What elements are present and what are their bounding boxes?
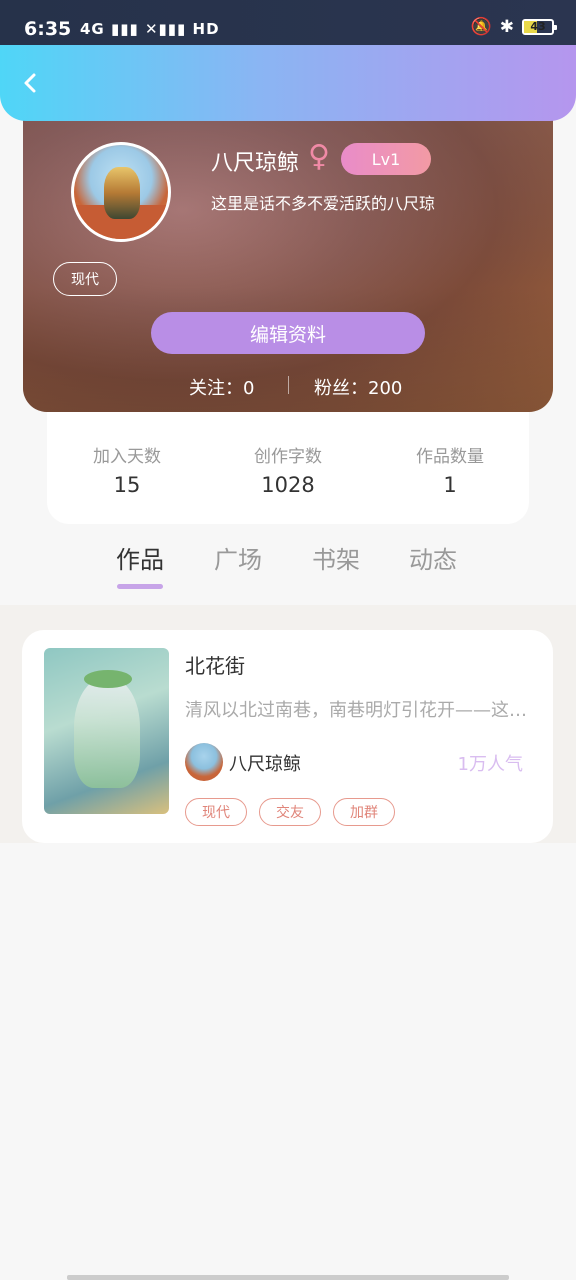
work-title[interactable]: 北花街: [185, 650, 245, 679]
tab-bar: 作品 广场 书架 动态: [0, 528, 576, 604]
works-list: 北花街 清风以北过南巷，南巷明灯引花开——这… 八尺琼鲸 1万人气 现代 交友 …: [0, 605, 576, 843]
follow-stats: 关注：0 粉丝：200: [23, 370, 553, 400]
tab-bookshelf[interactable]: 书架: [312, 540, 360, 575]
mute-icon: 🔕: [470, 17, 492, 37]
popularity-count: 1万人气: [457, 754, 523, 775]
followers-count[interactable]: 粉丝：200: [314, 374, 402, 400]
bluetooth-icon: ✱: [499, 17, 514, 37]
stat-label: 加入天数: [93, 447, 161, 467]
top-header: [0, 45, 576, 121]
work-tag[interactable]: 现代: [185, 798, 247, 826]
stat-label: 创作字数: [254, 447, 322, 467]
avatar[interactable]: [71, 142, 171, 242]
author-avatar[interactable]: [185, 743, 223, 781]
work-tag[interactable]: 加群: [333, 798, 395, 826]
back-button[interactable]: [20, 71, 42, 93]
female-icon: ♀: [308, 139, 330, 174]
profile-card: 八尺琼鲸 ♀ Lv1 这里是话不多不爱活跃的八尺琼 现代 编辑资料 关注：0 粉…: [23, 100, 553, 412]
author-name[interactable]: 八尺琼鲸: [229, 750, 301, 776]
signal-indicator: 4G ▮▮▮ ✕▮▮▮ HD: [80, 20, 220, 38]
tab-works[interactable]: 作品: [116, 540, 164, 575]
battery-level: 43: [530, 20, 546, 33]
avatar-figure: [104, 167, 140, 219]
gesture-nav-bar[interactable]: [67, 1275, 509, 1280]
stat-word-count: 创作字数 1028: [218, 442, 358, 497]
stats-card: 加入天数 15 创作字数 1028 作品数量 1: [47, 410, 529, 524]
profile-bio: 这里是话不多不爱活跃的八尺琼: [211, 194, 436, 213]
work-cover-image[interactable]: [44, 648, 169, 814]
profile-tag: 现代: [53, 262, 117, 296]
tab-square[interactable]: 广场: [214, 540, 262, 575]
stat-value: 1028: [261, 473, 315, 497]
following-count[interactable]: 关注：0: [189, 374, 254, 400]
work-description: 清风以北过南巷，南巷明灯引花开——这…: [185, 700, 527, 721]
work-tags: 现代 交友 加群: [185, 798, 395, 826]
work-tag[interactable]: 交友: [259, 798, 321, 826]
cover-figure: [74, 678, 140, 788]
edit-profile-button[interactable]: 编辑资料: [151, 312, 425, 354]
work-card[interactable]: 北花街 清风以北过南巷，南巷明灯引花开——这… 八尺琼鲸 1万人气 现代 交友 …: [22, 630, 553, 843]
battery-icon: 43: [522, 19, 557, 35]
cover-hat: [84, 670, 132, 688]
status-time: 6:35: [24, 18, 72, 40]
stat-label: 作品数量: [416, 447, 484, 467]
stat-join-days: 加入天数 15: [57, 442, 197, 497]
stat-value: 15: [113, 473, 141, 497]
chevron-left-icon: [24, 73, 36, 93]
active-tab-indicator: [117, 584, 163, 589]
username: 八尺琼鲸: [211, 151, 300, 176]
status-icons: 🔕 ✱ 43: [470, 17, 557, 37]
level-badge: Lv1: [341, 143, 431, 175]
stat-value: 1: [443, 473, 457, 497]
tab-activity[interactable]: 动态: [409, 540, 457, 575]
divider: [288, 376, 289, 394]
stat-works-count: 作品数量 1: [380, 442, 520, 497]
